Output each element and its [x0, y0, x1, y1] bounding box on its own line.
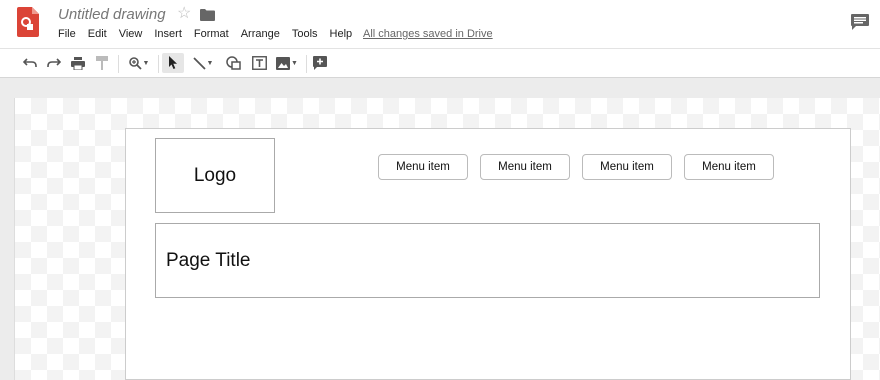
menu-file[interactable]: File	[58, 27, 76, 43]
drawings-logo-icon[interactable]	[17, 7, 39, 37]
chevron-down-icon: ▼	[206, 59, 214, 67]
page-title-label: Page Title	[166, 249, 251, 271]
menu-view[interactable]: View	[119, 27, 143, 43]
menu-item-box[interactable]: Menu item	[684, 154, 774, 180]
star-icon[interactable]: ☆	[177, 5, 191, 23]
shape-icon[interactable]	[222, 53, 244, 73]
paint-format-icon[interactable]	[92, 53, 112, 73]
menu-item-box[interactable]: Menu item	[480, 154, 570, 180]
add-comment-icon[interactable]	[310, 53, 330, 73]
folder-icon[interactable]	[200, 8, 215, 21]
menu-tools[interactable]: Tools	[292, 27, 318, 43]
page-title-box[interactable]: Page Title	[155, 223, 820, 298]
toolbar-divider	[306, 55, 307, 73]
menu-format[interactable]: Format	[194, 27, 229, 43]
chevron-down-icon: ▼	[142, 59, 150, 67]
menu-item-box[interactable]: Menu item	[582, 154, 672, 180]
save-status-link[interactable]: All changes saved in Drive	[363, 27, 493, 41]
menu-help[interactable]: Help	[330, 27, 353, 43]
toolbar-divider	[118, 55, 119, 73]
drawings-app: Untitled drawing ☆ File Edit View Insert…	[0, 0, 880, 380]
image-icon[interactable]: ▼	[272, 53, 302, 73]
text-box-icon[interactable]	[248, 53, 270, 73]
line-icon[interactable]: ▼	[188, 53, 218, 73]
toolbar-divider	[158, 55, 159, 73]
toolbar: ▼ ▼ ▼	[0, 48, 880, 78]
menu-arrange[interactable]: Arrange	[241, 27, 280, 43]
zoom-icon[interactable]: ▼	[124, 53, 154, 73]
doc-title[interactable]: Untitled drawing	[58, 5, 166, 25]
menubar: File Edit View Insert Format Arrange Too…	[58, 27, 364, 43]
select-icon[interactable]	[162, 53, 184, 73]
chevron-down-icon: ▼	[291, 59, 298, 67]
menu-insert[interactable]: Insert	[154, 27, 182, 43]
comments-icon[interactable]	[851, 14, 869, 30]
print-icon[interactable]	[68, 53, 88, 73]
header: Untitled drawing ☆ File Edit View Insert…	[0, 0, 880, 48]
menu-item-box[interactable]: Menu item	[378, 154, 468, 180]
redo-icon[interactable]	[44, 53, 64, 73]
undo-icon[interactable]	[20, 53, 40, 73]
logo-placeholder-box[interactable]: Logo	[155, 138, 275, 213]
menu-edit[interactable]: Edit	[88, 27, 107, 43]
